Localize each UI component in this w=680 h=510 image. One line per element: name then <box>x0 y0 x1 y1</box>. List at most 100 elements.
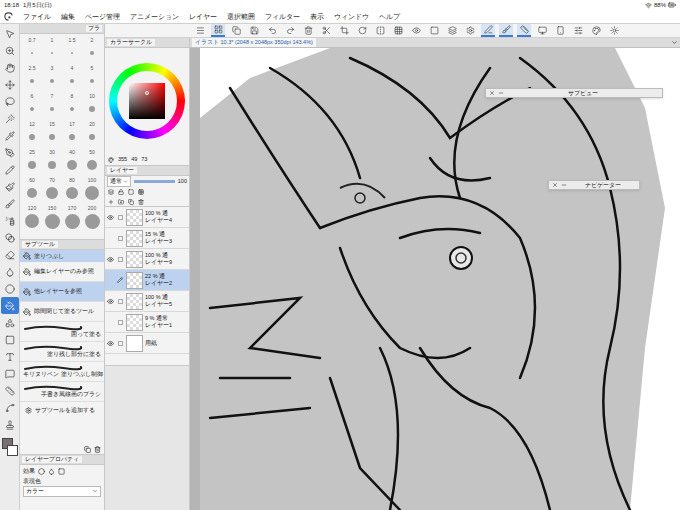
command-button[interactable] <box>319 24 333 37</box>
menu-item[interactable]: アニメーション <box>130 12 179 22</box>
copy-icon[interactable] <box>128 199 134 205</box>
tool-button[interactable] <box>1 314 19 331</box>
brush-size-cell[interactable]: 15 <box>42 121 62 147</box>
command-button[interactable] <box>283 24 297 37</box>
brush-size-cell[interactable]: 17 <box>62 121 82 147</box>
tool-button[interactable] <box>1 76 19 93</box>
trash-icon[interactable] <box>94 446 101 453</box>
command-button[interactable] <box>301 24 315 37</box>
sub-tool-item[interactable]: 塗り残し部分に塗る <box>20 342 104 362</box>
command-button[interactable] <box>193 24 207 37</box>
command-button[interactable] <box>463 24 477 37</box>
command-button[interactable] <box>409 24 423 37</box>
eye-slot[interactable] <box>107 277 113 283</box>
eye-icon[interactable] <box>107 298 114 305</box>
tool-button[interactable] <box>1 280 19 297</box>
brush-size-cell[interactable]: 0.7 <box>22 37 42 63</box>
layer-check[interactable] <box>118 341 123 346</box>
tool-button[interactable] <box>1 348 19 365</box>
app-logo-icon[interactable] <box>4 12 13 21</box>
close-icon[interactable] <box>552 182 558 188</box>
brush-size-cell[interactable]: 150 <box>42 205 62 231</box>
tool-button[interactable] <box>1 127 19 144</box>
brush-size-cell[interactable]: 170 <box>62 205 82 231</box>
brush-size-cell[interactable]: 7 <box>42 93 62 119</box>
tool-button[interactable] <box>1 297 19 314</box>
brush-size-cell[interactable]: 3 <box>42 65 62 91</box>
brush-size-cell[interactable]: 1.5 <box>62 37 82 63</box>
opacity-slider[interactable] <box>134 180 175 183</box>
chevron-down-icon[interactable] <box>671 39 678 46</box>
canvas-tab[interactable]: イラスト 10.3* (2048 x 2048px 350dpi 143.4%) <box>192 38 316 46</box>
command-button[interactable] <box>337 24 351 37</box>
sub-tool-group[interactable]: 塗りつぶし <box>20 250 104 262</box>
add-sub-tool[interactable]: サブツールを追加する <box>20 402 104 414</box>
brush-size-cell[interactable]: 80 <box>62 177 82 203</box>
sub-color-swatch[interactable] <box>7 445 18 456</box>
menu-item[interactable]: フィルター <box>265 12 300 22</box>
sub-tool-item[interactable]: 隙間閉じて塗るツール <box>20 302 104 322</box>
opacity-value[interactable]: 100 <box>178 177 187 185</box>
tool-button[interactable] <box>1 229 19 246</box>
plus-icon[interactable] <box>108 199 114 205</box>
layer-row[interactable]: 100 % 通レイヤー5 <box>105 291 189 312</box>
brush-size-cell[interactable]: 12 <box>22 121 42 147</box>
tool-button[interactable] <box>1 399 19 416</box>
command-button[interactable] <box>427 24 441 37</box>
tool-button[interactable] <box>1 212 19 229</box>
tool-button[interactable] <box>1 161 19 178</box>
effect-icon[interactable] <box>58 468 65 475</box>
close-icon[interactable] <box>489 90 495 96</box>
tool-button[interactable] <box>1 42 19 59</box>
panel-tab[interactable]: レイヤープロパティ <box>22 456 82 464</box>
layer-check[interactable] <box>118 257 123 262</box>
panel-tab[interactable]: サブツール <box>22 241 58 249</box>
command-button[interactable] <box>553 24 567 37</box>
saturation-square[interactable] <box>129 83 165 119</box>
brush-size-cell[interactable]: 40 <box>62 149 82 175</box>
color-reading[interactable]: 73 <box>141 155 147 163</box>
command-button[interactable] <box>229 24 243 37</box>
menu-item[interactable]: ヘルプ <box>379 12 400 22</box>
brush-size-cell[interactable]: 25 <box>22 149 42 175</box>
tool-button[interactable] <box>1 382 19 399</box>
tool-button[interactable] <box>1 93 19 110</box>
menu-item[interactable]: ファイル <box>23 12 51 22</box>
tool-button[interactable] <box>1 331 19 348</box>
blend-select[interactable]: 通常 <box>107 176 131 186</box>
command-button[interactable] <box>391 24 405 37</box>
brush-size-cell[interactable]: 8 <box>62 93 82 119</box>
layer-row[interactable]: 100 % 通レイヤー9 <box>105 249 189 270</box>
effect-icon[interactable] <box>48 468 55 475</box>
layer-check[interactable] <box>118 215 123 220</box>
brush-size-cell[interactable]: 120 <box>22 205 42 231</box>
tool-button[interactable] <box>1 195 19 212</box>
color-marker[interactable] <box>145 91 149 95</box>
tool-button[interactable] <box>1 59 19 76</box>
brush-size-cell[interactable]: 5 <box>82 65 102 91</box>
tool-button[interactable] <box>1 263 19 280</box>
menu-item[interactable]: ウィンドウ <box>334 12 369 22</box>
menu-item[interactable]: レイヤー <box>189 12 217 22</box>
brush-size-cell[interactable]: 1 <box>42 37 62 63</box>
minimize-icon[interactable] <box>498 90 504 96</box>
tool-button[interactable] <box>1 178 19 195</box>
panel-tab[interactable]: カラーサークル <box>107 39 155 47</box>
copy-icon[interactable] <box>84 446 91 453</box>
eye-icon[interactable] <box>107 256 114 263</box>
command-button[interactable] <box>265 24 279 37</box>
layer-row[interactable]: 15 % 通レイヤー3 <box>105 228 189 249</box>
brush-size-cell[interactable]: 10 <box>82 93 102 119</box>
color-reading[interactable]: 355 <box>118 155 127 163</box>
hue-ring[interactable] <box>109 63 185 139</box>
layer-row[interactable]: 9 % 通常レイヤー1 <box>105 312 189 333</box>
tool-button[interactable] <box>1 416 19 433</box>
brush-size-cell[interactable]: 4 <box>62 65 82 91</box>
effect-icon[interactable] <box>38 468 45 475</box>
brush-size-cell[interactable]: 30 <box>42 149 62 175</box>
brush-size-cell[interactable]: 20 <box>82 121 102 147</box>
layers-icon[interactable] <box>108 189 114 195</box>
sub-tool-item[interactable]: 囲って塗る <box>20 322 104 342</box>
eye-slot[interactable] <box>107 235 113 241</box>
sub-tool-item[interactable]: 手書き風線画のブラシ <box>20 382 104 402</box>
